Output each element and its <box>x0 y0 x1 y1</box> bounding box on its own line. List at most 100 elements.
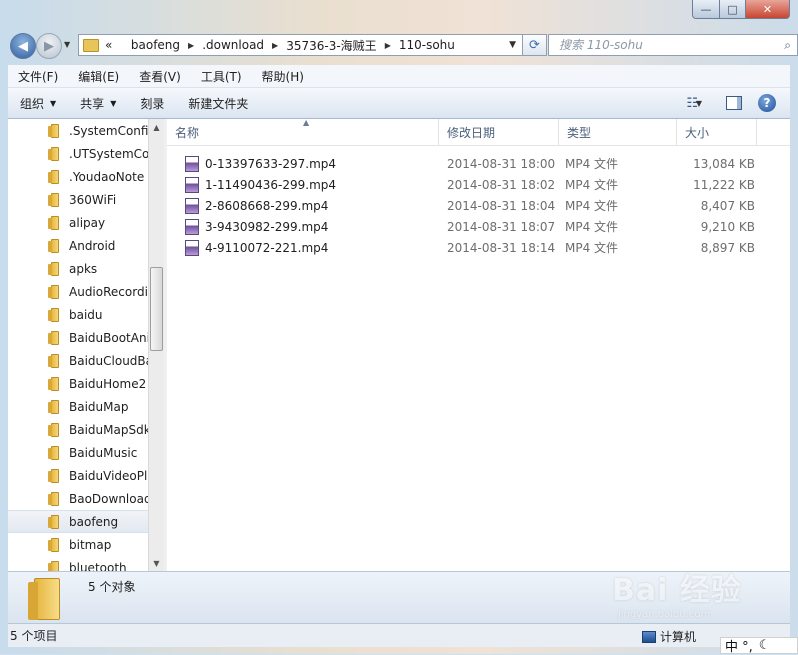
burn-button[interactable]: 刻录 <box>128 95 176 112</box>
folder-icon <box>48 468 62 483</box>
tree-item-label: 360WiFi <box>69 192 117 207</box>
tree-item[interactable]: bitmap <box>8 533 148 556</box>
file-name-cell: 3-9430982-299.mp4 <box>167 218 439 235</box>
file-date: 2014-08-31 18:00 <box>447 156 556 171</box>
share-label: 共享 <box>80 96 105 111</box>
folder-icon <box>48 491 62 506</box>
back-button[interactable]: ◀ <box>10 33 36 59</box>
tree-item[interactable]: baidu <box>8 303 148 326</box>
file-name: 3-9430982-299.mp4 <box>205 219 329 234</box>
address-dropdown-icon[interactable]: ▼ <box>509 40 516 50</box>
file-name: 1-11490436-299.mp4 <box>205 177 337 192</box>
breadcrumb-item[interactable]: 35736-3-海贼王 <box>286 37 376 54</box>
forward-button[interactable]: ▶ <box>36 33 62 59</box>
close-button[interactable]: ✕ <box>746 0 790 19</box>
mp4-file-icon <box>185 155 199 172</box>
chevron-right-icon[interactable]: ▶ <box>272 41 278 50</box>
refresh-button[interactable]: ⟳ <box>523 34 547 56</box>
tree-item-label: BaiduCloudBa <box>69 353 148 368</box>
file-list: 名称 ▲ 修改日期 类型 大小 0-13397633-297.mp4 2014-0… <box>167 118 790 571</box>
tree-item[interactable]: BaiduHome2 <box>8 372 148 395</box>
menu-tools[interactable]: 工具(T) <box>191 68 252 85</box>
breadcrumb-item[interactable]: .download <box>202 38 264 52</box>
address-bar[interactable]: « baofeng ▶ .download ▶ 35736-3-海贼王 ▶ 11… <box>78 34 523 56</box>
file-name-cell: 4-9110072-221.mp4 <box>167 239 439 256</box>
column-header-name[interactable]: 名称 ▲ <box>167 118 439 145</box>
tree-item-label: BaiduHome2 <box>69 376 147 391</box>
tree-item-label: .YoudaoNote <box>69 169 145 184</box>
file-row[interactable]: 4-9110072-221.mp4 2014-08-31 18:14 MP4 文件 8… <box>167 237 790 258</box>
tree-item[interactable]: Android <box>8 234 148 257</box>
menu-file[interactable]: 文件(F) <box>8 68 68 85</box>
refresh-icon: ⟳ <box>529 37 540 53</box>
help-icon[interactable]: ? <box>758 94 776 112</box>
tree-item-label: .SystemConfig <box>69 123 148 138</box>
column-headers: 名称 ▲ 修改日期 类型 大小 <box>167 118 790 146</box>
tree-item[interactable]: .YoudaoNote <box>8 165 148 188</box>
menu-view[interactable]: 查看(V) <box>129 68 191 85</box>
menu-help[interactable]: 帮助(H) <box>252 68 314 85</box>
tree-item-label: BaiduBootAni <box>69 330 148 345</box>
tree-item[interactable]: BaiduMap <box>8 395 148 418</box>
scroll-up-icon[interactable]: ▲ <box>149 119 164 135</box>
tree-item-label: AudioRecordi <box>69 284 148 299</box>
tree-item[interactable]: AudioRecordi <box>8 280 148 303</box>
moon-icon: ☾ <box>758 638 771 653</box>
chevron-right-icon[interactable] <box>120 41 123 50</box>
file-name-cell: 0-13397633-297.mp4 <box>167 155 439 172</box>
column-header-type[interactable]: 类型 <box>559 119 677 145</box>
organize-button[interactable]: 组织 ▼ <box>8 95 68 112</box>
mp4-file-icon <box>185 197 199 214</box>
tree-item[interactable]: 360WiFi <box>8 188 148 211</box>
tree-item[interactable]: BaiduMapSdk <box>8 418 148 441</box>
tree-item[interactable]: .UTSystemCor <box>8 142 148 165</box>
tree-item[interactable]: .SystemConfig <box>8 119 148 142</box>
column-header-size[interactable]: 大小 <box>677 119 757 145</box>
tree-item[interactable]: baofeng <box>8 510 148 533</box>
file-row[interactable]: 0-13397633-297.mp4 2014-08-31 18:00 MP4 文件… <box>167 153 790 174</box>
navigation-scrollbar[interactable]: ▲ ▼ <box>148 119 164 571</box>
file-size: 13,084 KB <box>693 156 755 171</box>
scroll-down-icon[interactable]: ▼ <box>149 555 164 571</box>
recent-pages-dropdown[interactable]: ▼ <box>64 40 70 49</box>
share-button[interactable]: 共享 ▼ <box>68 95 128 112</box>
breadcrumb-item[interactable]: baofeng <box>131 38 180 52</box>
tree-item[interactable]: BaiduVideoPla <box>8 464 148 487</box>
new-folder-button[interactable]: 新建文件夹 <box>176 95 260 112</box>
tree-item[interactable]: BaoDownload <box>8 487 148 510</box>
search-box[interactable]: ⌕ <box>548 34 798 56</box>
tree-item[interactable]: BaiduMusic <box>8 441 148 464</box>
folder-icon <box>48 123 62 138</box>
file-row[interactable]: 2-8608668-299.mp4 2014-08-31 18:04 MP4 文件 8… <box>167 195 790 216</box>
file-row[interactable]: 3-9430982-299.mp4 2014-08-31 18:07 MP4 文件 9… <box>167 216 790 237</box>
file-row[interactable]: 1-11490436-299.mp4 2014-08-31 18:02 MP4 文件… <box>167 174 790 195</box>
scrollbar-thumb[interactable] <box>150 267 163 351</box>
tree-item[interactable]: BaiduBootAni <box>8 326 148 349</box>
file-size: 9,210 KB <box>700 219 755 234</box>
column-header-date[interactable]: 修改日期 <box>439 119 559 145</box>
file-name-cell: 1-11490436-299.mp4 <box>167 176 439 193</box>
breadcrumb-item[interactable]: 110-sohu <box>399 38 455 52</box>
preview-pane-icon[interactable] <box>726 96 742 110</box>
minimize-button[interactable]: — <box>692 0 720 19</box>
menu-edit[interactable]: 编辑(E) <box>68 68 129 85</box>
burn-label: 刻录 <box>140 96 165 111</box>
chevron-right-icon[interactable]: ▶ <box>188 41 194 50</box>
file-name: 2-8608668-299.mp4 <box>205 198 329 213</box>
folder-icon <box>48 215 62 230</box>
tree-item[interactable]: BaiduCloudBa <box>8 349 148 372</box>
file-date: 2014-08-31 18:14 <box>447 240 556 255</box>
ime-status[interactable]: 中 °, ☾ <box>720 637 798 655</box>
tree-item[interactable]: apks <box>8 257 148 280</box>
search-icon[interactable]: ⌕ <box>784 38 791 53</box>
item-count: 5 个项目 <box>10 629 58 643</box>
maximize-button[interactable]: □ <box>720 0 746 19</box>
tree-item[interactable]: bluetooth <box>8 556 148 571</box>
folder-icon <box>83 38 99 52</box>
chevron-right-icon[interactable]: ▶ <box>385 41 391 50</box>
file-name: 4-9110072-221.mp4 <box>205 240 329 255</box>
breadcrumb-overflow[interactable]: « <box>105 38 112 52</box>
tree-item[interactable]: alipay <box>8 211 148 234</box>
chevron-down-icon[interactable]: ▼ <box>696 88 702 118</box>
search-input[interactable] <box>557 37 766 53</box>
